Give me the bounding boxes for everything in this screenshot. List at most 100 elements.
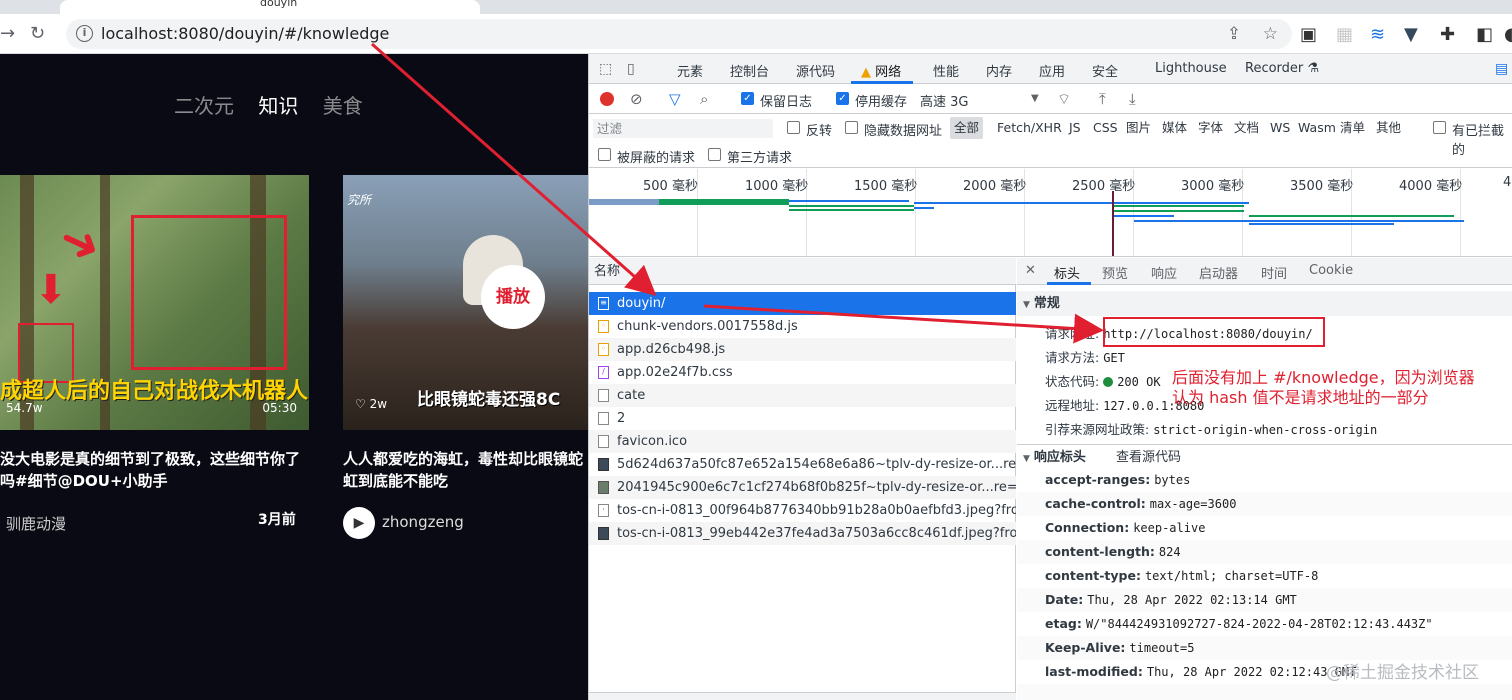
request-row[interactable]: tos-cn-i-0813_99eb442e37fe4ad3a7503a6cc8… bbox=[589, 522, 1016, 545]
profile-icon[interactable]: ◐ bbox=[1504, 24, 1512, 45]
chevron-down-icon[interactable]: ▼ bbox=[1031, 93, 1039, 104]
reload-icon[interactable]: ↻ bbox=[30, 23, 45, 44]
type-filter-ws[interactable]: WS bbox=[1266, 117, 1294, 139]
tab-performance[interactable]: 性能 bbox=[933, 61, 959, 80]
column-header-name[interactable]: 名称 bbox=[589, 258, 1016, 285]
issues-icon[interactable]: ▤ bbox=[1495, 61, 1508, 77]
response-headers-section-header[interactable]: ▼ 响应标头 查看源代码 bbox=[1017, 444, 1512, 469]
tab-response[interactable]: 响应 bbox=[1151, 263, 1177, 282]
inspect-element-icon[interactable]: ⬚ bbox=[599, 61, 612, 77]
tab-security[interactable]: 安全 bbox=[1092, 61, 1118, 80]
request-name: 2 bbox=[617, 411, 626, 426]
request-row[interactable]: ≡ douyin/ bbox=[589, 292, 1016, 315]
referrer-policy-value: strict-origin-when-cross-origin bbox=[1153, 423, 1378, 437]
new-tab-button[interactable] bbox=[484, 0, 524, 14]
site-info-icon[interactable]: i bbox=[76, 25, 93, 42]
type-filter-css[interactable]: CSS bbox=[1089, 117, 1122, 139]
search-icon[interactable]: ⌕ bbox=[700, 90, 708, 108]
video-title-1[interactable]: 没大电影是真的细节到了极致，这些细节你了吗#细节@DOU+小助手 bbox=[0, 448, 300, 492]
share-icon[interactable]: ⇪ bbox=[1227, 24, 1241, 44]
avatar[interactable]: ▶ bbox=[343, 507, 375, 539]
type-filter-other[interactable]: 其他 bbox=[1372, 117, 1405, 139]
view-source-link[interactable]: 查看源代码 bbox=[1116, 450, 1181, 465]
browser-tab-active[interactable]: douyin bbox=[60, 0, 480, 14]
extension-qr-icon[interactable]: ▣ bbox=[1300, 24, 1317, 45]
bookmark-star-icon[interactable]: ☆ bbox=[1263, 24, 1278, 44]
network-conditions-icon[interactable]: ⌔ bbox=[1057, 90, 1071, 109]
preserve-log-checkbox[interactable]: ✓ bbox=[741, 92, 754, 105]
request-row[interactable]: 2041945c900e6c7c1cf274b68f0b825f~tplv-dy… bbox=[589, 476, 1016, 499]
tab-recorder[interactable]: Recorder ⚗ bbox=[1245, 61, 1319, 76]
network-timeline-overview[interactable]: 500 毫秒 1000 毫秒 1500 毫秒 2000 毫秒 2500 毫秒 3… bbox=[589, 169, 1512, 257]
type-filter-doc[interactable]: 文档 bbox=[1230, 117, 1263, 139]
import-har-icon[interactable]: ⤒ bbox=[1099, 90, 1106, 108]
general-section-header[interactable]: ▼ 常规 bbox=[1017, 291, 1512, 316]
address-bar[interactable]: i localhost:8080/douyin/#/knowledge ⇪ ☆ bbox=[66, 19, 1292, 49]
export-har-icon[interactable]: ⤓ bbox=[1129, 90, 1136, 108]
tab-preview[interactable]: 预览 bbox=[1102, 263, 1128, 282]
throttle-select[interactable]: 高速 3G bbox=[920, 91, 968, 110]
tab-timing[interactable]: 时间 bbox=[1261, 263, 1287, 282]
video-title-2[interactable]: 人人都爱吃的海虹，毒性却比眼镜蛇 虹到底能不能吃 bbox=[343, 448, 588, 492]
request-row[interactable]: / app.02e24f7b.css bbox=[589, 361, 1016, 384]
type-filter-all[interactable]: 全部 bbox=[950, 117, 984, 139]
type-filter-wasm[interactable]: Wasm bbox=[1294, 117, 1340, 139]
video-thumbnail-1[interactable]: ➜ ⬇ 成超人后的自己对战伐木机器人 54.7w 05:30 bbox=[0, 175, 309, 430]
timeline-bar bbox=[914, 207, 934, 209]
third-party-checkbox[interactable] bbox=[708, 148, 721, 161]
extension-blue-icon[interactable]: ≋ bbox=[1370, 24, 1385, 45]
video-thumbnail-2[interactable]: 究所 播放 ♡ 2w 比眼镜蛇毒还强8C bbox=[343, 175, 588, 430]
blocked-cookies-checkbox[interactable] bbox=[1433, 121, 1446, 134]
tab-memory[interactable]: 内存 bbox=[986, 61, 1012, 80]
side-panel-icon[interactable]: ◧ bbox=[1476, 24, 1493, 45]
hide-data-urls-checkbox[interactable] bbox=[845, 121, 858, 134]
author-name-2[interactable]: zhongzeng bbox=[382, 513, 464, 531]
blocked-requests-checkbox[interactable] bbox=[598, 148, 611, 161]
type-filter-font[interactable]: 字体 bbox=[1194, 117, 1227, 139]
filter-input[interactable]: 过滤 bbox=[593, 119, 773, 138]
vue-devtools-icon[interactable]: ▼ bbox=[1404, 24, 1418, 45]
tab-application[interactable]: 应用 bbox=[1039, 61, 1065, 80]
request-row[interactable]: favicon.ico bbox=[589, 430, 1016, 453]
tab-console[interactable]: 控制台 bbox=[730, 61, 769, 80]
clear-icon[interactable]: ⊘ bbox=[630, 90, 643, 108]
type-filter-js[interactable]: JS bbox=[1065, 117, 1085, 139]
device-toolbar-icon[interactable]: ▯ bbox=[627, 61, 635, 77]
author-name-1[interactable]: 驯鹿动漫 bbox=[6, 513, 66, 534]
type-filter-img[interactable]: 图片 bbox=[1122, 117, 1155, 139]
extension-grey-icon[interactable]: ▦ bbox=[1336, 24, 1353, 45]
disable-cache-checkbox[interactable]: ✓ bbox=[836, 92, 849, 105]
category-knowledge[interactable]: 知识 bbox=[258, 94, 298, 118]
site-watermark: @稀土掘金技术社区 bbox=[1326, 663, 1479, 683]
close-icon[interactable]: ✕ bbox=[1025, 263, 1036, 278]
request-row[interactable]: cate bbox=[589, 384, 1016, 407]
request-method-value: GET bbox=[1103, 351, 1125, 365]
stylesheet-file-icon: / bbox=[598, 366, 609, 379]
script-file-icon: ◦ bbox=[598, 320, 609, 333]
tab-network[interactable]: ▲ 网络 bbox=[861, 61, 901, 80]
record-icon[interactable] bbox=[600, 92, 614, 106]
forward-icon[interactable]: → bbox=[0, 23, 15, 44]
request-row[interactable]: ◦ app.d26cb498.js bbox=[589, 338, 1016, 361]
tab-cookies[interactable]: Cookie bbox=[1309, 263, 1353, 278]
type-filter-media[interactable]: 媒体 bbox=[1158, 117, 1191, 139]
type-filter-manifest[interactable]: 清单 bbox=[1336, 117, 1369, 139]
address-url[interactable]: localhost:8080/douyin/#/knowledge bbox=[101, 24, 389, 43]
request-row[interactable]: 2 bbox=[589, 407, 1016, 430]
category-anime[interactable]: 二次元 bbox=[174, 94, 234, 118]
extensions-puzzle-icon[interactable]: ✚ bbox=[1440, 24, 1455, 45]
invert-checkbox[interactable] bbox=[787, 121, 800, 134]
type-filter-xhr[interactable]: Fetch/XHR bbox=[993, 117, 1066, 139]
tab-elements[interactable]: 元素 bbox=[677, 61, 703, 80]
filter-icon[interactable]: ▽ bbox=[669, 90, 681, 108]
tab-sources[interactable]: 源代码 bbox=[796, 61, 835, 80]
play-button[interactable]: 播放 bbox=[481, 265, 545, 329]
category-food[interactable]: 美食 bbox=[323, 94, 363, 118]
tab-lighthouse[interactable]: Lighthouse bbox=[1155, 61, 1227, 76]
browser-tab-prev[interactable] bbox=[0, 0, 60, 14]
request-row[interactable]: · tos-cn-i-0813_00f964b8776340bb91b28a0b0… bbox=[589, 499, 1016, 522]
request-row[interactable]: 5d624d637a50fc87e652a154e68e6a86~tplv-dy… bbox=[589, 453, 1016, 476]
request-row[interactable]: ◦ chunk-vendors.0017558d.js bbox=[589, 315, 1016, 338]
tab-initiator[interactable]: 启动器 bbox=[1199, 263, 1238, 282]
tab-headers[interactable]: 标头 bbox=[1054, 263, 1080, 282]
